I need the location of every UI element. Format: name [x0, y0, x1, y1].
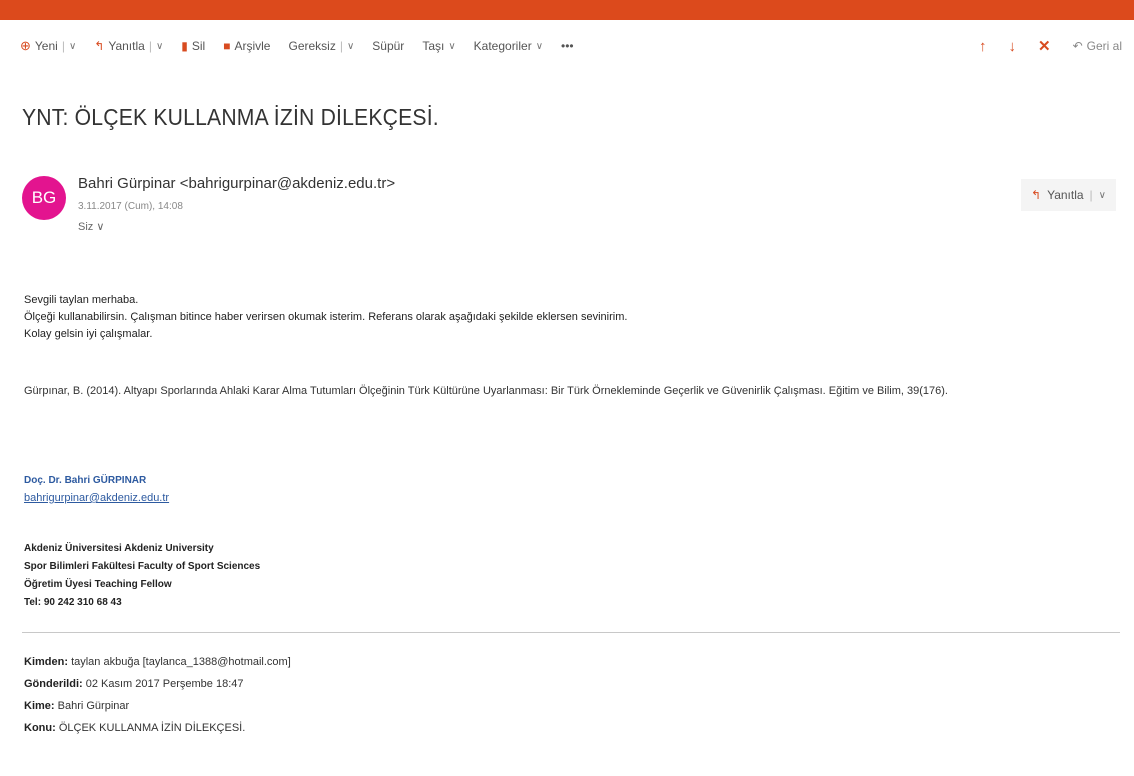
sweep-button[interactable]: Süpür: [372, 39, 404, 53]
archive-icon: ■: [223, 39, 231, 53]
delete-button[interactable]: ▮ Sil: [181, 39, 205, 53]
move-button[interactable]: Taşı ∨: [422, 39, 455, 53]
email-subject: YNT: ÖLÇEK KULLANMA İZİN DİLEKÇESİ.: [22, 104, 439, 130]
chevron-down-icon[interactable]: ∨: [69, 41, 76, 52]
trash-icon: ▮: [181, 39, 188, 53]
chevron-down-icon[interactable]: ∨: [347, 41, 354, 52]
undo-icon: ↶: [1072, 39, 1083, 53]
to-header: Kime: Bahri Gürpinar: [24, 700, 130, 712]
from-header: Kimden: taylan akbuğa [taylanca_1388@hot…: [24, 656, 291, 668]
chevron-down-icon: ∨: [535, 40, 544, 52]
app-header-bar: [0, 0, 1134, 20]
plus-circle-icon: ⊕: [20, 38, 31, 53]
more-actions-button[interactable]: •••: [561, 39, 574, 53]
signature-line: Tel: 90 242 310 68 43: [24, 597, 122, 608]
subject-header: Konu: ÖLÇEK KULLANMA İZİN DİLEKÇESİ.: [24, 722, 246, 734]
reference-citation: Gürpınar, B. (2014). Altyapı Sporlarında…: [24, 385, 948, 397]
archive-button[interactable]: ■ Arşivle: [223, 39, 270, 53]
quoted-message-divider: [22, 632, 1120, 633]
signature-line: Öğretim Üyesi Teaching Fellow: [24, 579, 172, 590]
body-line: Kolay gelsin iyi çalışmalar.: [24, 328, 153, 340]
reply-split-button[interactable]: ↰ Yanıtla | ∨: [1021, 179, 1116, 211]
body-line: Sevgili taylan merhaba.: [24, 294, 139, 306]
signature-name: Doç. Dr. Bahri GÜRPINAR: [24, 475, 147, 486]
ellipsis-icon: •••: [561, 39, 574, 53]
signature-line: Akdeniz Üniversitesi Akdeniz University: [24, 543, 214, 554]
signature-block: Akdeniz Üniversitesi Akdeniz University …: [24, 540, 260, 612]
message-body: Sevgili taylan merhaba. Ölçeği kullanabi…: [24, 292, 627, 343]
signature-email-link[interactable]: bahrigurpinar@akdeniz.edu.tr: [24, 492, 169, 504]
sent-header: Gönderildi: 02 Kasım 2017 Perşembe 18:47: [24, 678, 244, 690]
reply-icon: ↰: [94, 39, 105, 53]
next-message-arrow-icon[interactable]: ↓: [1009, 38, 1017, 55]
close-icon[interactable]: ✕: [1038, 37, 1051, 55]
command-toolbar: ⊕ Yeni | ∨ ↰ Yanıtla | ∨ ▮ Sil ■ Arşivle…: [0, 26, 1134, 66]
chevron-down-icon: ∨: [448, 40, 456, 52]
recipient-list[interactable]: Siz ∨: [78, 220, 104, 233]
chevron-down-icon[interactable]: ∨: [1099, 190, 1106, 201]
junk-button[interactable]: Gereksiz | ∨: [288, 39, 354, 53]
quoted-message-headers: Kimden: taylan akbuğa [taylanca_1388@hot…: [24, 651, 291, 739]
new-button[interactable]: ⊕ Yeni | ∨: [20, 38, 76, 54]
previous-message-arrow-icon[interactable]: ↑: [979, 38, 987, 55]
signature-line: Spor Bilimleri Fakültesi Faculty of Spor…: [24, 561, 261, 572]
undo-button[interactable]: ↶ Geri al: [1073, 39, 1122, 53]
reply-icon: ↰: [1031, 188, 1042, 202]
chevron-down-icon[interactable]: ∨: [156, 41, 163, 52]
sender-name[interactable]: Bahri Gürpinar <bahrigurpinar@akdeniz.ed…: [78, 175, 395, 192]
body-line: Ölçeği kullanabilirsin. Çalışman bitince…: [24, 311, 628, 323]
categories-button[interactable]: Kategoriler ∨: [474, 39, 543, 53]
avatar[interactable]: BG: [22, 176, 66, 220]
toolbar-right-actions: ↑ ↓ ✕ ↶ Geri al: [979, 26, 1122, 66]
reply-button[interactable]: ↰ Yanıtla | ∨: [94, 39, 163, 53]
sent-date: 3.11.2017 (Cum), 14:08: [78, 201, 183, 212]
